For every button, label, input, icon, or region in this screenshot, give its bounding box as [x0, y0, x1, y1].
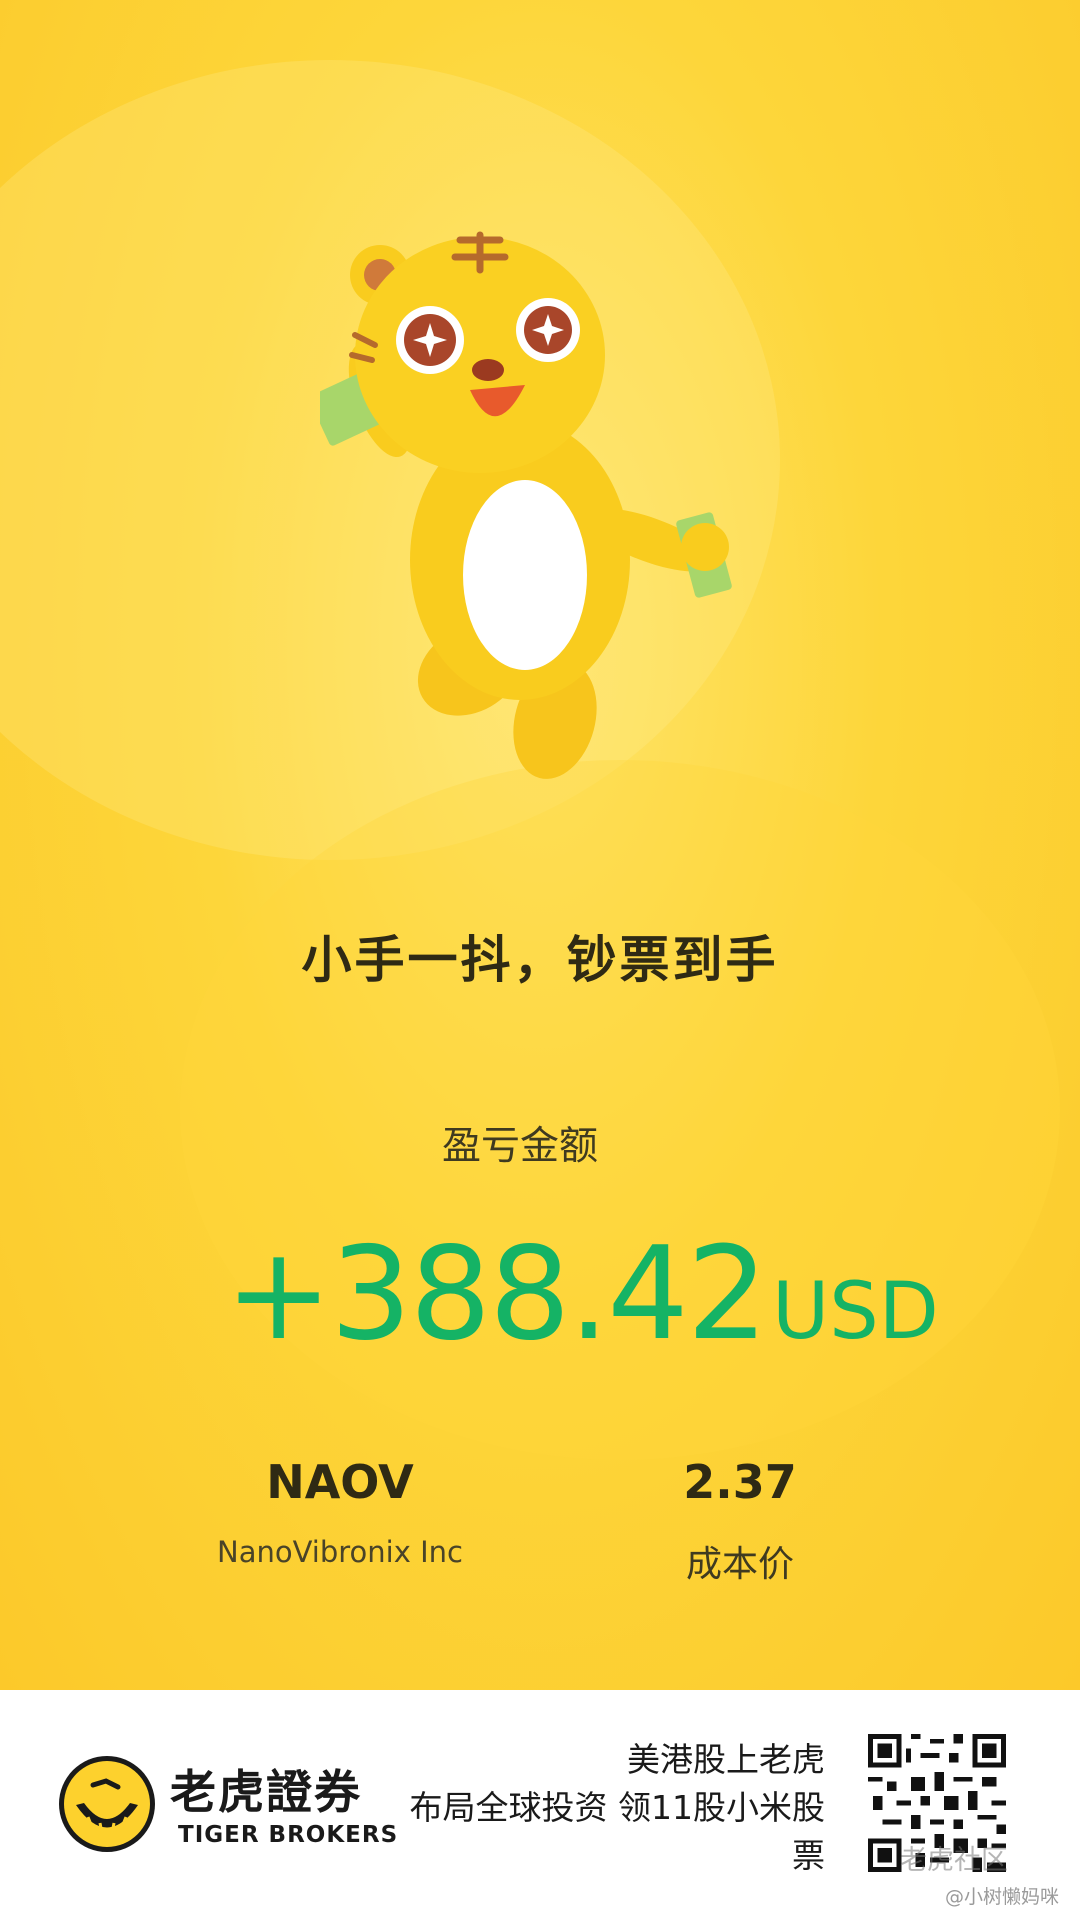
promo-line: 票: [792, 1836, 825, 1875]
promo-line: 布局全球投资 领11股小米股: [409, 1788, 825, 1827]
brand-name-cn: 老虎證券: [170, 1765, 362, 1819]
watermark-user: @小树懒妈咪: [945, 1886, 1060, 1908]
footer: 老虎證券 TIGER BROKERS 美港股上老虎 布局全球投资 领11股小米股…: [0, 1690, 1080, 1920]
share-poster: 小手一抖，钞票到手 盈亏金额 +388.42USD NAOV NanoVibro…: [0, 0, 1080, 1690]
pnl-value: +388.42: [225, 1220, 768, 1369]
slogan: 小手一抖，钞票到手: [301, 931, 779, 989]
pnl-currency: USD: [772, 1267, 939, 1357]
brand-name-en: TIGER BROKERS: [178, 1822, 399, 1848]
watermark-community: 老虎社区: [900, 1845, 1008, 1876]
stock-ticker: NAOV: [266, 1455, 414, 1509]
company-name: NanoVibronix Inc: [217, 1535, 463, 1569]
promo-line: 美港股上老虎: [627, 1740, 825, 1779]
pnl-label: 盈亏金额: [441, 1124, 598, 1169]
pnl-amount: +388.42USD: [225, 1220, 939, 1369]
promo-text: 美港股上老虎 布局全球投资 领11股小米股 票: [370, 1736, 825, 1880]
tiger-logo-icon: [59, 1756, 155, 1852]
cost-price-label: 成本价: [685, 1544, 794, 1585]
cost-price: 2.37: [683, 1455, 797, 1509]
tiger-mascot-illustration: [320, 231, 732, 779]
